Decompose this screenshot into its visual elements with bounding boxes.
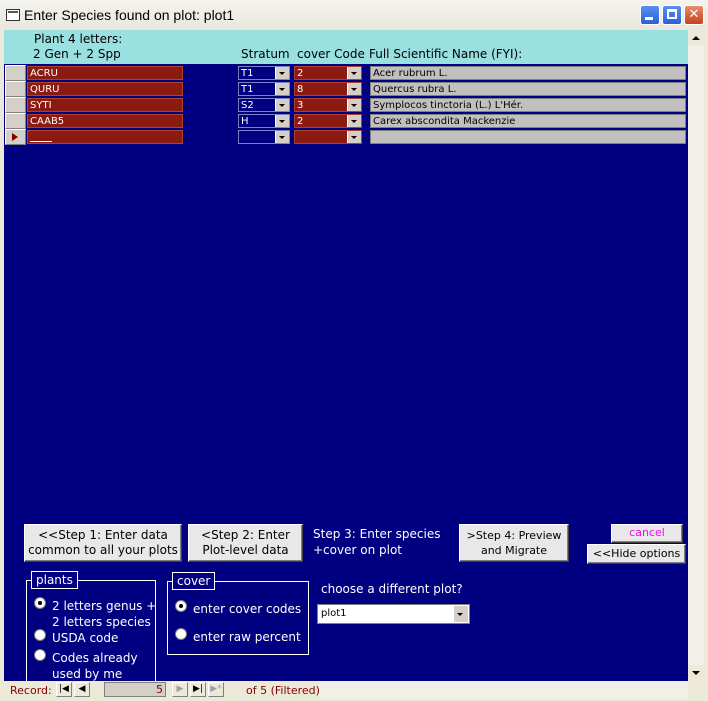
record-selector[interactable]: [5, 81, 26, 97]
first-record-icon[interactable]: |◀: [56, 682, 72, 697]
plants-group-label: plants: [31, 571, 78, 589]
option-genus-species-line2: 2 letters species: [52, 615, 151, 629]
full-name-field: Carex abscondita Mackenzie: [370, 114, 686, 128]
chevron-down-icon[interactable]: [275, 99, 289, 111]
scroll-up-icon[interactable]: [688, 30, 704, 46]
horizontal-scrollbar[interactable]: [319, 681, 688, 699]
form-icon[interactable]: [6, 9, 20, 21]
full-name-field: Quercus rubra L.: [370, 82, 686, 96]
chevron-down-icon[interactable]: [347, 83, 361, 95]
record-selector[interactable]: [5, 97, 26, 113]
current-record-arrow-icon[interactable]: [5, 129, 26, 145]
option-raw-percent: enter raw percent: [193, 630, 301, 644]
new-record-icon[interactable]: ▶*: [208, 682, 224, 697]
plot-chooser-select[interactable]: plot1: [317, 604, 470, 624]
option-usda-code: USDA code: [52, 631, 119, 645]
species-code-field[interactable]: [27, 130, 183, 144]
record-selector[interactable]: [5, 113, 26, 129]
option-cover-codes: enter cover codes: [193, 602, 302, 616]
table-row: QURU T1 8 Quercus rubra L.: [4, 81, 688, 97]
plant-header-line1: Plant 4 letters:: [34, 32, 123, 46]
record-count: of 5 (Filtered): [246, 684, 320, 697]
scroll-down-icon[interactable]: [688, 665, 704, 681]
cover-option-group: cover enter cover codes enter raw percen…: [167, 572, 309, 655]
full-name-field: [370, 130, 686, 144]
cancel-button[interactable]: cancel: [611, 524, 683, 543]
chevron-down-icon[interactable]: [275, 83, 289, 95]
radio-genus-species[interactable]: [34, 597, 46, 609]
table-row: CAAB5 H 2 Carex abscondita Mackenzie: [4, 113, 688, 129]
table-row: SYTI S2 3 Symplocos tinctoria (L.) L'Hér…: [4, 97, 688, 113]
option-codes-used-line1: Codes already: [52, 651, 138, 665]
chevron-down-icon[interactable]: [453, 606, 468, 622]
access-form-window: Enter Species found on plot: plot1 ✕ Pla…: [0, 0, 708, 701]
stratum-select[interactable]: [238, 130, 290, 144]
chevron-down-icon[interactable]: [275, 115, 289, 127]
step4-button[interactable]: >Step 4: Preview and Migrate: [459, 524, 569, 562]
table-row: ACRU T1 2 Acer rubrum L.: [4, 65, 688, 81]
full-name-header: Full Scientific Name (FYI):: [369, 47, 523, 61]
plants-option-group: plants 2 letters genus + 2 letters speci…: [26, 571, 157, 685]
species-code-field[interactable]: CAAB5: [27, 114, 183, 128]
radio-codes-used[interactable]: [34, 649, 46, 661]
step1-button[interactable]: <<Step 1: Enter data common to all your …: [24, 524, 182, 562]
cover-code-select[interactable]: 2: [294, 66, 362, 80]
close-button[interactable]: ✕: [684, 5, 704, 25]
full-name-field: Acer rubrum L.: [370, 66, 686, 80]
previous-record-icon[interactable]: ◀: [74, 682, 90, 697]
cover-code-select[interactable]: [294, 130, 362, 144]
plot-chooser-label: choose a different plot?: [321, 582, 463, 596]
last-record-icon[interactable]: ▶|: [190, 682, 206, 697]
maximize-icon: [667, 9, 677, 19]
cover-group-label: cover: [172, 572, 216, 590]
plant-header-line2: 2 Gen + 2 Spp: [33, 47, 121, 61]
radio-usda-code[interactable]: [34, 629, 46, 641]
chevron-down-icon[interactable]: [347, 67, 361, 79]
cover-code-select[interactable]: 3: [294, 98, 362, 112]
species-code-field[interactable]: ACRU: [27, 66, 183, 80]
chevron-down-icon[interactable]: [275, 131, 289, 143]
option-genus-species-line1: 2 letters genus +: [52, 599, 157, 613]
chevron-down-icon[interactable]: [347, 115, 361, 127]
minimize-icon: [645, 17, 653, 20]
chevron-down-icon[interactable]: [347, 131, 361, 143]
stratum-select[interactable]: T1: [238, 66, 290, 80]
stratum-select[interactable]: S2: [238, 98, 290, 112]
step2-button[interactable]: <Step 2: Enter Plot-level data: [188, 524, 303, 562]
close-icon: ✕: [688, 7, 700, 22]
radio-cover-codes[interactable]: [175, 600, 187, 612]
step3-label: Step 3: Enter species +cover on plot: [313, 527, 441, 557]
chevron-down-icon[interactable]: [275, 67, 289, 79]
cover-code-select[interactable]: 2: [294, 114, 362, 128]
cover-code-select[interactable]: 8: [294, 82, 362, 96]
window-title: Enter Species found on plot: plot1: [24, 7, 235, 23]
cover-code-header: cover Code: [297, 47, 365, 61]
hide-options-button[interactable]: <<Hide options: [587, 544, 686, 564]
option-codes-used-line2: used by me: [52, 667, 123, 681]
radio-raw-percent[interactable]: [175, 628, 187, 640]
form-body: Plant 4 letters: 2 Gen + 2 Spp Stratum c…: [4, 30, 704, 685]
species-code-field[interactable]: SYTI: [27, 98, 183, 112]
stratum-select[interactable]: H: [238, 114, 290, 128]
resize-grip[interactable]: [688, 681, 704, 699]
text-cursor: [30, 131, 52, 142]
full-name-field: Symplocos tinctoria (L.) L'Hér.: [370, 98, 686, 112]
record-selector[interactable]: [5, 65, 26, 81]
species-code-field[interactable]: QURU: [27, 82, 183, 96]
column-header: Plant 4 letters: 2 Gen + 2 Spp Stratum c…: [4, 30, 688, 64]
record-label: Record:: [10, 684, 52, 697]
chevron-down-icon[interactable]: [347, 99, 361, 111]
minimize-button[interactable]: [640, 5, 660, 25]
stratum-select[interactable]: T1: [238, 82, 290, 96]
title-bar: Enter Species found on plot: plot1 ✕: [0, 0, 708, 30]
next-record-icon[interactable]: ▶: [172, 682, 188, 697]
stratum-header: Stratum: [241, 47, 290, 61]
new-record-row: [4, 129, 688, 145]
maximize-button[interactable]: [662, 5, 682, 25]
current-record-field[interactable]: 5: [104, 682, 166, 697]
vertical-scrollbar[interactable]: [688, 30, 704, 681]
